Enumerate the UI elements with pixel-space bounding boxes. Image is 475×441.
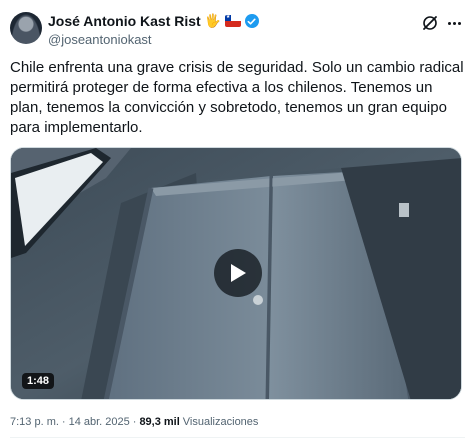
verified-badge-icon[interactable]: [244, 14, 259, 28]
divider: [10, 437, 465, 438]
tweet-card: José Antonio Kast Rist 🖐 ★ @joseantoniok…: [0, 0, 475, 441]
author-name-row: José Antonio Kast Rist 🖐 ★: [48, 13, 259, 29]
tweet-metadata: 7:13 p. m. · 14 abr. 2025 · 89,3 mil Vis…: [10, 416, 258, 428]
author-handle[interactable]: @joseantoniokast: [48, 32, 152, 47]
play-icon: [231, 264, 246, 282]
avatar[interactable]: [10, 12, 42, 44]
grok-icon[interactable]: [421, 14, 439, 32]
more-options-icon[interactable]: [445, 14, 463, 32]
tweet-date[interactable]: 14 abr. 2025: [69, 416, 130, 428]
tweet-text: Chile enfrenta una grave crisis de segur…: [10, 59, 464, 136]
separator: ·: [132, 416, 137, 428]
video-duration-badge: 1:48: [22, 373, 55, 389]
raised-hand-emoji: 🖐: [204, 13, 221, 28]
views-count[interactable]: 89,3 mil: [139, 416, 179, 428]
play-button[interactable]: [214, 249, 262, 297]
chile-flag-icon: ★: [224, 15, 241, 27]
tweet-time[interactable]: 7:13 p. m.: [10, 416, 59, 428]
author-display-name[interactable]: José Antonio Kast Rist: [48, 13, 201, 29]
separator: ·: [61, 416, 66, 428]
views-label: Visualizaciones: [182, 416, 259, 428]
video-player[interactable]: 1:48: [10, 147, 462, 400]
